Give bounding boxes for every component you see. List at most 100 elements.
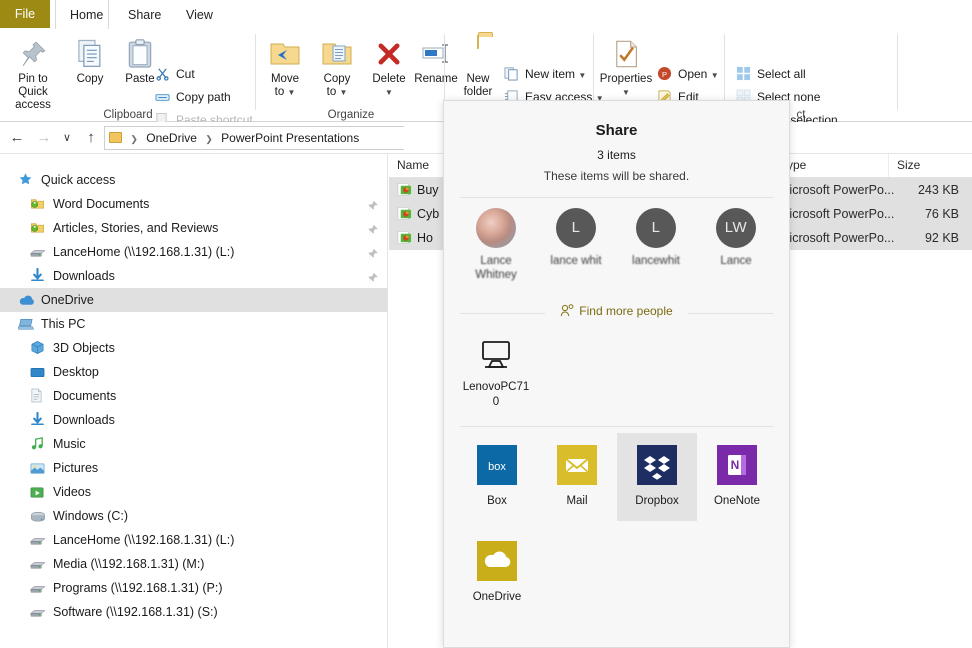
recent-locations-button[interactable]: ∨ — [56, 128, 78, 148]
delete-label: Delete — [372, 73, 406, 85]
avatar-initials: L — [571, 219, 581, 236]
sidebar-item-quick-access[interactable]: Quick access — [0, 168, 387, 192]
find-more-people-label: Find more people — [579, 304, 673, 318]
share-app-onedrive[interactable]: OneDrive — [457, 529, 537, 617]
tab-view[interactable]: View — [172, 0, 220, 30]
select-all-button[interactable]: Select all — [736, 63, 806, 85]
share-app-box[interactable]: box Box — [457, 433, 537, 521]
network-drive-icon — [30, 243, 47, 259]
up-button[interactable]: ↑ — [80, 128, 102, 148]
copy-to-label: Copy — [323, 73, 351, 85]
forward-button[interactable]: → — [33, 128, 55, 148]
properties-button[interactable]: Properties ▼ — [597, 33, 655, 105]
navigation-pane[interactable]: Quick access Word Documents Articles, Stor… — [0, 154, 388, 648]
copy-icon — [66, 36, 114, 70]
sidebar-item-onedrive[interactable]: OneDrive — [0, 288, 387, 312]
share-contact[interactable]: LW Lance — [696, 208, 776, 268]
breadcrumb-powerpoint-presentations[interactable]: PowerPoint Presentations — [221, 131, 359, 145]
column-header-type[interactable]: ype — [779, 154, 889, 177]
sidebar-item-3d-objects[interactable]: 3D Objects — [0, 336, 387, 360]
sidebar-item-label: Articles, Stories, and Reviews — [53, 221, 219, 235]
breadcrumb-onedrive[interactable]: OneDrive — [146, 131, 197, 145]
select-all-icon — [736, 66, 753, 82]
sidebar-item-this-pc[interactable]: This PC — [0, 312, 387, 336]
copy-to-button[interactable]: Copy to ▼ — [313, 33, 361, 105]
pin-icon[interactable] — [366, 269, 379, 283]
sidebar-item-downloads[interactable]: Downloads — [0, 408, 387, 432]
pin-to-quick-access-label: Pin to Quick — [18, 73, 48, 98]
pin-icon[interactable] — [366, 245, 379, 259]
folder-icon — [109, 132, 122, 143]
this-pc-icon — [17, 315, 35, 331]
ribbon-group-clipboard: Pin to Quick access Copy Paste Cut Copy … — [0, 29, 256, 127]
share-app-onenote[interactable]: N OneNote — [697, 433, 777, 521]
downloads-icon — [30, 267, 47, 283]
sidebar-item-lancehome-192-168-1-31-l[interactable]: LanceHome (\\192.168.1.31) (L:) — [0, 240, 387, 264]
new-folder-button[interactable]: New folder — [454, 33, 502, 105]
sidebar-item-media-192-168-1-31-m[interactable]: Media (\\192.168.1.31) (M:) — [0, 552, 387, 576]
delete-button[interactable]: Delete ▼ — [367, 33, 411, 105]
open-button[interactable]: P Open ▼ — [657, 63, 719, 85]
svg-text:box: box — [488, 461, 506, 473]
sidebar-item-label: Programs (\\192.168.1.31) (P:) — [53, 581, 223, 595]
avatar-initials: LW — [724, 219, 748, 236]
apps-grid: box Box Mail Dropbox N OneNote OneDrive — [444, 433, 789, 619]
new-folder-label: New — [466, 73, 490, 85]
properties-caret-icon[interactable]: ▼ — [597, 86, 655, 99]
onedrive-cloud-icon — [18, 291, 35, 307]
tab-home[interactable]: Home — [55, 0, 109, 30]
3d-objects-icon — [30, 339, 47, 355]
find-more-people-label-wrap: Find more people — [560, 304, 673, 318]
delete-caret-icon[interactable]: ▼ — [367, 86, 411, 99]
properties-label: Properties — [599, 73, 653, 85]
share-contact[interactable]: Lance Whitney — [456, 208, 536, 282]
monitor-icon — [456, 340, 536, 372]
sidebar-item-lancehome-192-168-1-31-l[interactable]: LanceHome (\\192.168.1.31) (L:) — [0, 528, 387, 552]
share-contact[interactable]: Llance whit — [536, 208, 616, 268]
ribbon-tabstrip: File Home Share View — [0, 0, 972, 30]
move-to-button[interactable]: Move to ▼ — [261, 33, 309, 105]
breadcrumb-separator: ❯ — [205, 134, 213, 144]
app-label: OneDrive — [472, 591, 522, 603]
tab-share[interactable]: Share — [114, 0, 166, 30]
tab-file[interactable]: File — [0, 0, 50, 28]
sidebar-item-documents[interactable]: Documents — [0, 384, 387, 408]
copy-path-icon — [155, 89, 172, 105]
sidebar-item-downloads[interactable]: Downloads — [0, 264, 387, 288]
file-size-cell: 92 KB — [924, 231, 959, 245]
sidebar-item-pictures[interactable]: Pictures — [0, 456, 387, 480]
contact-name: Lance — [720, 255, 752, 267]
share-contact[interactable]: Llancewhit — [616, 208, 696, 268]
app-label: Box — [487, 495, 507, 507]
sidebar-item-articles-stories-and-reviews[interactable]: Articles, Stories, and Reviews — [0, 216, 387, 240]
address-field[interactable]: ❯ OneDrive ❯ PowerPoint Presentations — [104, 126, 404, 150]
cut-button[interactable]: Cut — [155, 63, 195, 85]
pin-icon[interactable] — [366, 221, 379, 235]
avatar: LW — [716, 208, 756, 248]
hard-drive-icon — [30, 507, 47, 523]
sidebar-item-word-documents[interactable]: Word Documents — [0, 192, 387, 216]
avatar: L — [556, 208, 596, 248]
new-item-button[interactable]: New item ▼ — [504, 63, 586, 85]
copy-path-button[interactable]: Copy path — [155, 86, 231, 108]
scissors-icon — [155, 66, 172, 82]
find-more-people-button[interactable]: Find more people — [460, 304, 773, 322]
share-device[interactable]: LenovoPC71 0 — [456, 340, 536, 410]
sidebar-item-label: Music — [53, 437, 86, 451]
copy-button[interactable]: Copy — [66, 33, 114, 105]
sidebar-item-windows-c[interactable]: Windows (C:) — [0, 504, 387, 528]
downloads-icon — [30, 411, 47, 427]
share-app-mail[interactable]: Mail — [537, 433, 617, 521]
pin-icon[interactable] — [366, 197, 379, 211]
column-header-size[interactable]: Size — [889, 154, 972, 177]
pin-to-quick-access-button[interactable]: Pin to Quick access — [2, 33, 64, 111]
sidebar-item-software-192-168-1-31-s[interactable]: Software (\\192.168.1.31) (S:) — [0, 600, 387, 624]
sidebar-item-label: 3D Objects — [53, 341, 115, 355]
sidebar-item-videos[interactable]: Videos — [0, 480, 387, 504]
back-button[interactable]: ← — [6, 128, 28, 148]
sidebar-item-programs-192-168-1-31-p[interactable]: Programs (\\192.168.1.31) (P:) — [0, 576, 387, 600]
sidebar-item-desktop[interactable]: Desktop — [0, 360, 387, 384]
sidebar-item-music[interactable]: Music — [0, 432, 387, 456]
share-app-dropbox[interactable]: Dropbox — [617, 433, 697, 521]
file-name-text: Ho — [417, 231, 433, 245]
